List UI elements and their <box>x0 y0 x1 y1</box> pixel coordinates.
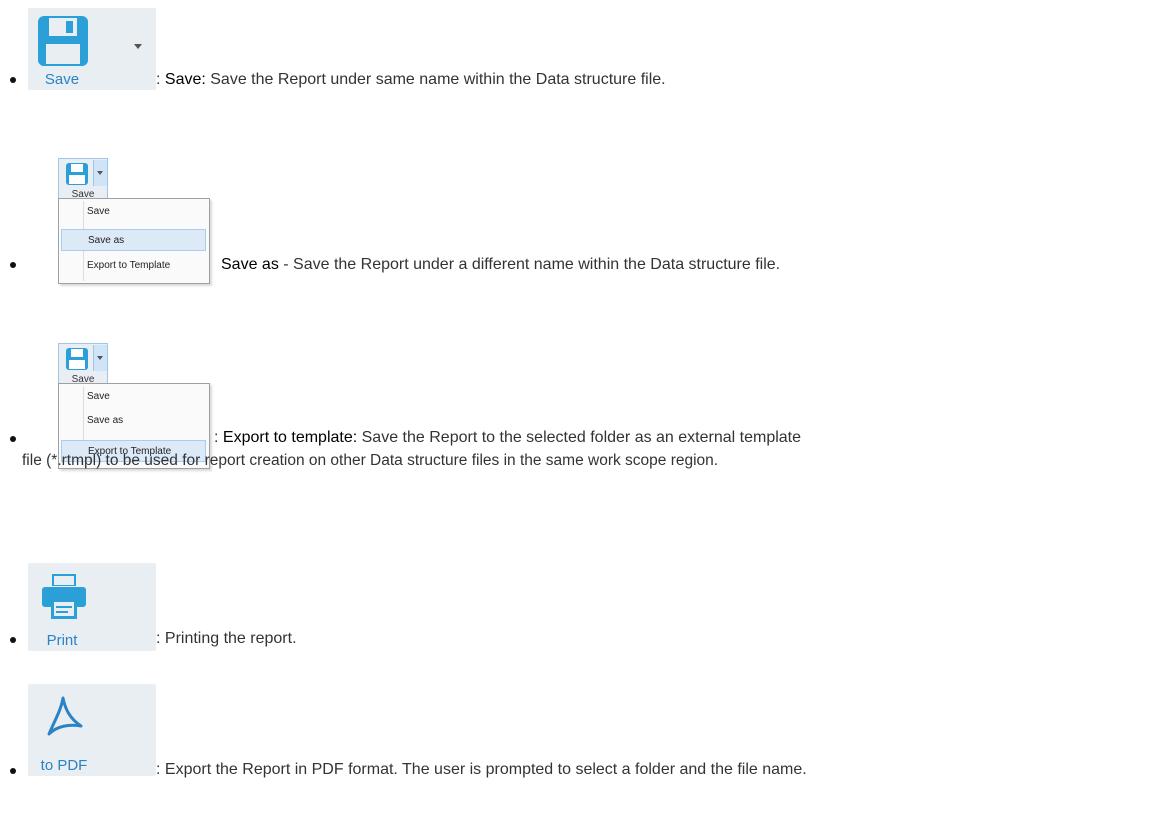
save-dropdown-menu: Save Save Save as Export to Template <box>58 158 214 284</box>
floppy-disk-icon <box>38 16 88 66</box>
chevron-down-icon <box>97 171 103 175</box>
chevron-down-icon <box>97 356 103 360</box>
export-description-line2: file (*.rtmpl) to be used for report cre… <box>22 452 719 469</box>
dropdown-arrow[interactable] <box>93 345 107 371</box>
print-description: : Printing the report. <box>156 630 297 647</box>
dropdown-list: Save Save as Export to Template <box>58 198 210 284</box>
print-button[interactable]: Print <box>28 563 156 651</box>
dropdown-arrow[interactable] <box>93 160 107 186</box>
list-bullet <box>10 77 16 83</box>
save-split-button[interactable]: Save <box>58 158 108 200</box>
export-description-line1: : Export to template: Save the Report to… <box>214 429 802 446</box>
term: Save: <box>164 71 206 88</box>
menu-item-save[interactable]: Save <box>61 201 206 223</box>
list-bullet <box>10 262 16 268</box>
save-button[interactable]: Save <box>28 8 156 90</box>
menu-item-export-to-template[interactable]: Export to Template <box>61 255 206 277</box>
floppy-disk-icon <box>66 348 88 370</box>
save-button-label: Save <box>44 71 80 88</box>
menu-item-save-as[interactable]: Save as <box>61 229 206 251</box>
list-bullet <box>10 436 16 442</box>
save-description: : Save: Save the Report under same name … <box>156 71 666 88</box>
print-button-label: Print <box>46 632 78 649</box>
term: Export to template: <box>222 429 358 446</box>
menu-item-save-as[interactable]: Save as <box>61 410 206 432</box>
save-as-description: Save as - Save the Report under a differ… <box>221 256 781 273</box>
term: Save as <box>221 256 279 273</box>
to-pdf-button-label: to PDF <box>40 757 88 774</box>
to-pdf-button[interactable]: to PDF <box>28 684 156 776</box>
floppy-disk-icon <box>66 163 88 185</box>
menu-item-save[interactable]: Save <box>61 386 206 408</box>
list-bullet <box>10 768 16 774</box>
save-split-button[interactable]: Save <box>58 343 108 385</box>
list-bullet <box>10 637 16 643</box>
pdf-icon <box>47 696 83 736</box>
pdf-description: : Export the Report in PDF format. The u… <box>156 761 807 778</box>
chevron-down-icon[interactable] <box>134 44 142 49</box>
printer-icon <box>42 574 86 619</box>
